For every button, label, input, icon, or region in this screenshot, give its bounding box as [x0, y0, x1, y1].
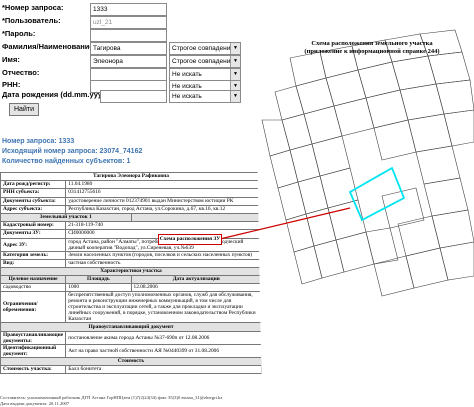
scheme-link[interactable]: Схема расположения ЗУ	[158, 234, 222, 245]
cadastral-map	[219, 29, 474, 407]
map-title-line-1: Схема расположения земельного участка	[311, 40, 433, 47]
map-title: Схема расположения земельного участка (п…	[272, 40, 472, 56]
map-title-line-2: (приложение к информационной справке 244…	[304, 48, 440, 55]
